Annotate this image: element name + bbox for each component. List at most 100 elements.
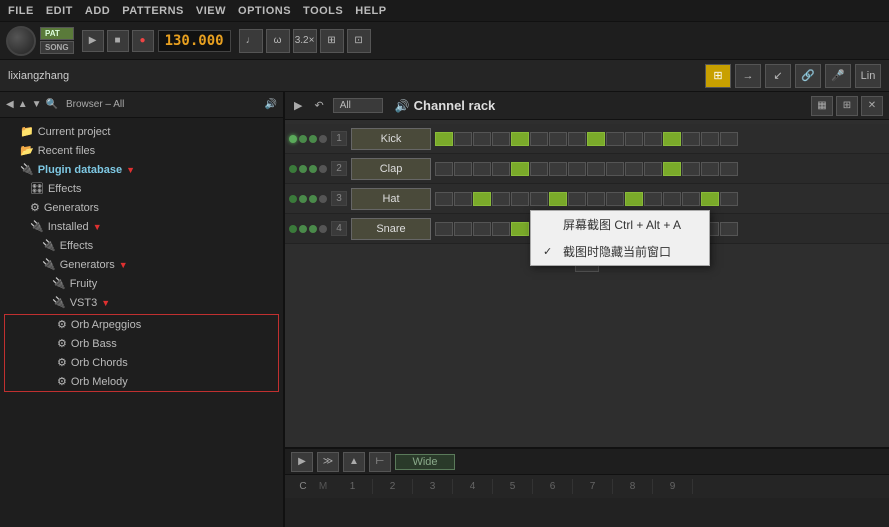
tree-fruity[interactable]: 🔌 Fruity [0, 274, 283, 293]
steps-button[interactable]: ⊞ [320, 29, 344, 53]
ch-dot-clap-1[interactable] [299, 165, 307, 173]
bt-nav-3[interactable]: ▲ [343, 452, 365, 472]
menu-options[interactable]: OPTIONS [238, 5, 291, 17]
pad-clap-14[interactable] [682, 162, 700, 176]
swing-button[interactable]: ↙ [765, 64, 791, 88]
pad-kick-10[interactable] [606, 132, 624, 146]
ch-dot-hat-2[interactable] [309, 195, 317, 203]
ch-dot-1[interactable] [299, 135, 307, 143]
pad-hat-11[interactable] [625, 192, 643, 206]
pad-kick-6[interactable] [530, 132, 548, 146]
pad-clap-10[interactable] [606, 162, 624, 176]
menu-edit[interactable]: EDIT [46, 5, 73, 17]
ch-dot-clap-3[interactable] [319, 165, 327, 173]
pad-kick-14[interactable] [682, 132, 700, 146]
bt-nav-4[interactable]: ⊢ [369, 452, 391, 472]
tree-orb-arpeggios[interactable]: ⚙ Orb Arpeggios [5, 315, 278, 334]
mixer-button[interactable]: ⊞ [705, 64, 731, 88]
pad-clap-15[interactable] [701, 162, 719, 176]
pad-clap-9[interactable] [587, 162, 605, 176]
tree-installed[interactable]: 🔌 Installed ▼ [0, 217, 283, 236]
play-button[interactable]: ▶ [82, 30, 104, 52]
pad-hat-8[interactable] [568, 192, 586, 206]
pad-hat-5[interactable] [511, 192, 529, 206]
fx-button[interactable]: ⊡ [347, 29, 371, 53]
pad-clap-3[interactable] [473, 162, 491, 176]
tree-effects[interactable]: 🎛 Effects [0, 179, 283, 198]
ch-name-kick[interactable]: Kick [351, 128, 431, 150]
tree-orb-melody[interactable]: ⚙ Orb Melody [5, 372, 278, 391]
ch-dot-hat-3[interactable] [319, 195, 327, 203]
pad-clap-5[interactable] [511, 162, 529, 176]
ch-dot-snare-1[interactable] [299, 225, 307, 233]
ctx-screenshot[interactable]: 屏幕截图 Ctrl + Alt + A [531, 211, 709, 238]
pad-hat-14[interactable] [682, 192, 700, 206]
pad-clap-2[interactable] [454, 162, 472, 176]
master-knob[interactable] [6, 26, 36, 56]
pad-snare-2[interactable] [454, 222, 472, 236]
pad-kick-11[interactable] [625, 132, 643, 146]
ch-dot-clap-2[interactable] [309, 165, 317, 173]
stop-button[interactable]: ■ [107, 30, 129, 52]
menu-add[interactable]: ADD [85, 5, 110, 17]
pad-hat-9[interactable] [587, 192, 605, 206]
pad-snare-4[interactable] [492, 222, 510, 236]
ch-dot-3[interactable] [319, 135, 327, 143]
tree-generators[interactable]: ⚙ Generators [0, 198, 283, 217]
pad-clap-11[interactable] [625, 162, 643, 176]
ctx-hide-window[interactable]: ✓ 截图时隐藏当前窗口 [531, 238, 709, 265]
pad-snare-1[interactable] [435, 222, 453, 236]
pad-hat-2[interactable] [454, 192, 472, 206]
menu-file[interactable]: FILE [8, 5, 34, 17]
record-button[interactable]: ● [132, 30, 154, 52]
cr-filter-dropdown[interactable]: All [333, 98, 383, 113]
ch-name-hat[interactable]: Hat [351, 188, 431, 210]
pad-clap-13[interactable] [663, 162, 681, 176]
metronome-button[interactable]: ♩ [239, 29, 263, 53]
ch-dot-snare-2[interactable] [309, 225, 317, 233]
pad-snare-16[interactable] [720, 222, 738, 236]
pad-kick-13[interactable] [663, 132, 681, 146]
cr-grid-icon[interactable]: ⊞ [836, 96, 858, 116]
timesig-button[interactable]: 3.2× [293, 29, 317, 53]
pad-clap-1[interactable] [435, 162, 453, 176]
pad-hat-10[interactable] [606, 192, 624, 206]
menu-patterns[interactable]: PATTERNS [122, 5, 184, 17]
menu-view[interactable]: VIEW [196, 5, 226, 17]
mic-button[interactable]: 🎤 [825, 64, 851, 88]
pat-button[interactable]: PAT [40, 27, 74, 40]
pad-hat-13[interactable] [663, 192, 681, 206]
pad-kick-15[interactable] [701, 132, 719, 146]
pad-clap-4[interactable] [492, 162, 510, 176]
pad-clap-16[interactable] [720, 162, 738, 176]
pad-kick-3[interactable] [473, 132, 491, 146]
pad-kick-1[interactable] [435, 132, 453, 146]
ch-dot-2[interactable] [309, 135, 317, 143]
ch-dot-hat-1[interactable] [299, 195, 307, 203]
browser-nav-prev[interactable]: ◀ [6, 99, 14, 110]
tree-plugin-database[interactable]: 🔌 Plugin database ▼ [0, 160, 283, 179]
menu-help[interactable]: HELP [355, 5, 386, 17]
ch-name-clap[interactable]: Clap [351, 158, 431, 180]
arrow-button[interactable]: → [735, 64, 761, 88]
pad-clap-6[interactable] [530, 162, 548, 176]
pad-clap-7[interactable] [549, 162, 567, 176]
tree-current-project[interactable]: 📁 Current project [0, 122, 283, 141]
cr-undo[interactable]: ↶ [311, 98, 326, 113]
wide-label[interactable]: Wide [395, 454, 455, 470]
browser-nav-up[interactable]: ▲ [18, 99, 28, 110]
bpm-display[interactable]: 130.000 [158, 30, 231, 52]
pad-hat-16[interactable] [720, 192, 738, 206]
tree-vst3[interactable]: 🔌 VST3 ▼ [0, 293, 283, 312]
pad-hat-15[interactable] [701, 192, 719, 206]
menu-tools[interactable]: TOOLS [303, 5, 343, 17]
pad-snare-3[interactable] [473, 222, 491, 236]
cr-bar-chart-icon[interactable]: ▦ [811, 96, 833, 116]
pad-kick-16[interactable] [720, 132, 738, 146]
cr-nav-left[interactable]: ▶ [291, 98, 305, 113]
tree-orb-chords[interactable]: ⚙ Orb Chords [5, 353, 278, 372]
tree-installed-effects[interactable]: 🔌 Effects [0, 236, 283, 255]
browser-search-icon[interactable]: 🔍 [46, 99, 58, 110]
ch-name-snare[interactable]: Snare [351, 218, 431, 240]
pad-kick-7[interactable] [549, 132, 567, 146]
